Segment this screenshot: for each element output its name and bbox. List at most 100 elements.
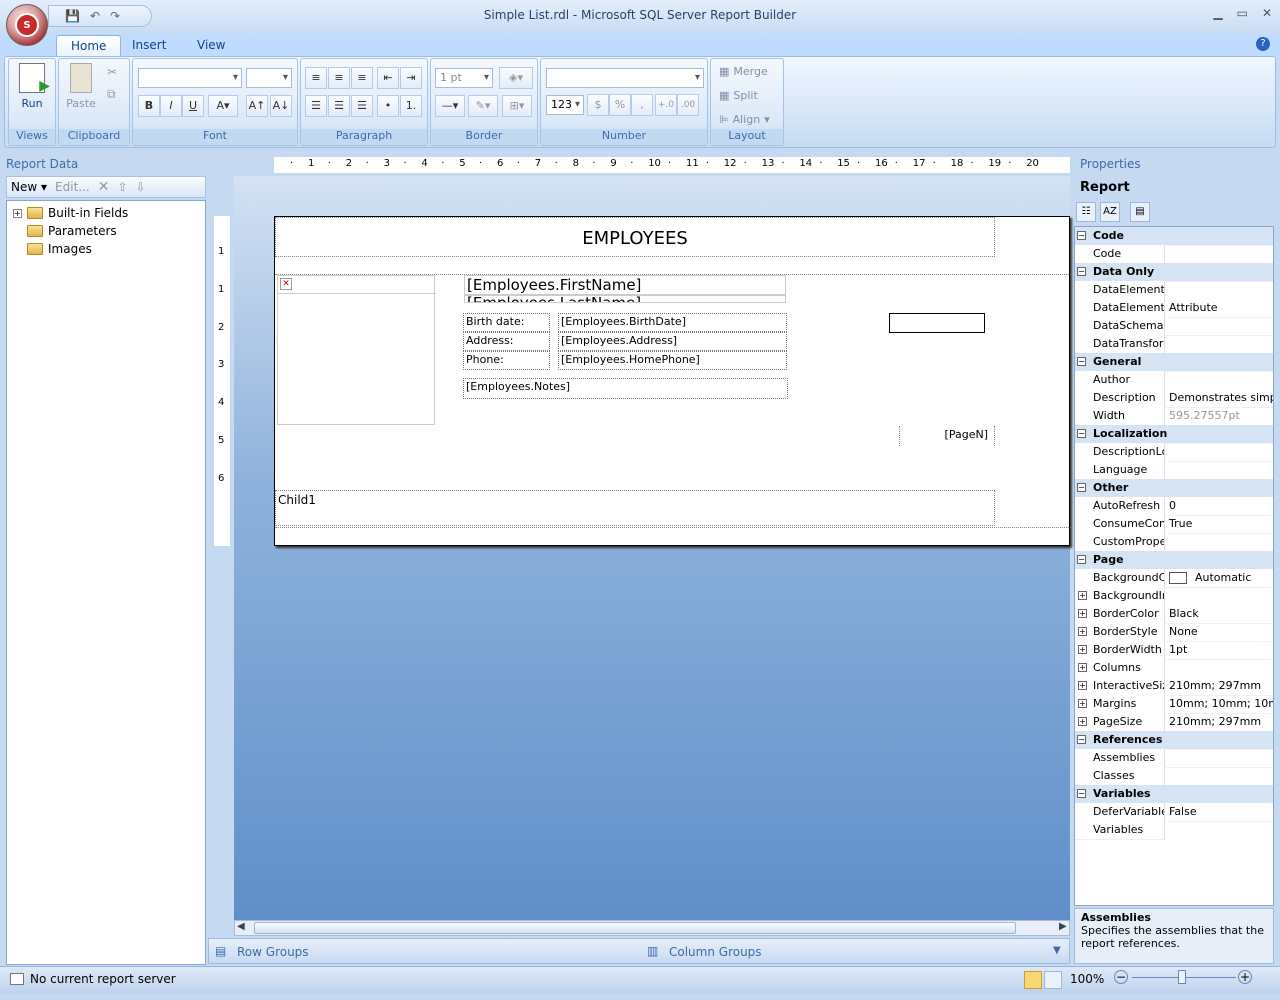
property-row[interactable]: Code [1075,245,1273,264]
scrollbar-thumb[interactable] [254,922,1016,934]
align-bottom-button[interactable]: ≡ [351,67,373,89]
increase-indent-button[interactable]: ⇥ [400,67,422,89]
expand-icon[interactable]: + [1078,627,1087,636]
currency-button[interactable]: $ [587,94,609,116]
tab-insert[interactable]: Insert [118,35,180,57]
expand-icon[interactable]: + [1078,717,1087,726]
property-value[interactable] [1166,767,1273,768]
property-value[interactable] [1166,245,1273,246]
property-value[interactable] [1166,371,1273,372]
help-icon[interactable]: ? [1256,37,1270,51]
property-category[interactable]: − General [1075,353,1273,371]
redo-icon[interactable]: ↷ [110,9,120,23]
design-view-icon[interactable] [1024,971,1042,989]
delete-icon[interactable]: ✕ [98,179,110,195]
property-value[interactable]: 210mm; 297mm [1166,713,1273,732]
child-subreport[interactable]: Child1 [275,490,995,526]
property-category[interactable]: − Data Only [1075,263,1273,281]
property-row[interactable]: ConsumeCon True [1075,515,1273,534]
property-row[interactable]: Language [1075,461,1273,480]
percent-button[interactable]: % [609,94,631,116]
cut-icon[interactable]: ✂ [107,65,117,79]
number-format-combo[interactable] [546,68,704,88]
expand-icon[interactable]: + [13,208,22,218]
title-textbox[interactable]: EMPLOYEES [275,217,995,257]
increase-decimal-button[interactable]: +.0 [655,94,677,116]
tab-view[interactable]: View [183,35,239,57]
align-right-button[interactable]: ☰ [351,95,373,117]
address-label[interactable]: Address: [463,332,550,351]
move-down-icon[interactable]: ⇩ [136,180,146,194]
firstname-textbox[interactable]: [Employees.FirstName] [464,275,786,295]
align-left-button[interactable]: ☰ [305,95,327,117]
property-row[interactable]: DescriptionDemonstrates simple [1075,389,1273,408]
property-row[interactable]: BorderColor Black + [1075,605,1273,624]
bold-button[interactable]: B [138,95,160,117]
property-value[interactable] [1166,533,1273,534]
property-row[interactable]: CustomPrope [1075,533,1273,552]
tab-home[interactable]: Home [56,35,122,57]
minimize-icon[interactable]: ▁ [1213,6,1222,20]
sort-alpha-icon[interactable]: AZ [1100,202,1120,222]
bullets-button[interactable]: • [377,95,399,117]
scroll-right-icon[interactable]: ▶ [1059,921,1067,932]
new-button[interactable]: New ▾ [11,180,47,194]
collapse-icon[interactable]: − [1077,429,1086,438]
merge-button[interactable]: ▦ Merge [719,65,768,78]
column-groups-label[interactable]: Column Groups [669,945,762,959]
property-value[interactable]: 10mm; 10mm; 10mm; [1166,695,1273,714]
categorized-icon[interactable]: ☷ [1076,202,1096,222]
edit-button[interactable]: Edit... [55,180,90,194]
property-row[interactable]: Assemblies [1075,749,1273,768]
property-value[interactable]: False [1166,803,1273,822]
property-row[interactable]: BorderStyle None + [1075,623,1273,642]
undo-icon[interactable]: ↶ [90,9,100,23]
property-value[interactable] [1166,587,1273,588]
collapse-icon[interactable]: − [1077,231,1086,240]
align-top-button[interactable]: ≡ [305,67,327,89]
expand-icon[interactable]: + [1078,645,1087,654]
comma-button[interactable]: , [631,94,653,116]
property-row[interactable]: Width 595.27557pt [1075,407,1273,426]
numbering-button[interactable]: 1. [400,95,422,117]
grouping-menu-icon[interactable]: ▼ [1053,945,1061,956]
border-color-button[interactable]: ✎▾ [468,95,498,117]
property-value[interactable]: 210mm; 297mm [1166,677,1273,696]
birthdate-value[interactable]: [Employees.BirthDate] [558,313,787,332]
property-row[interactable]: DataSchema [1075,317,1273,336]
notes-textbox[interactable]: [Employees.Notes] [463,378,788,399]
paste-button[interactable]: Paste [63,63,99,110]
property-row[interactable]: DataTransforr [1075,335,1273,354]
expand-icon[interactable]: + [1078,609,1087,618]
property-value[interactable]: Black [1166,605,1273,624]
property-row[interactable]: BorderWidth 1pt + [1075,641,1273,660]
collapse-icon[interactable]: − [1077,789,1086,798]
property-category[interactable]: − Page [1075,551,1273,569]
selected-textbox[interactable] [889,313,985,333]
property-row[interactable]: DeferVariable False [1075,803,1273,822]
employee-photo-image[interactable]: ✕ [277,275,436,425]
collapse-icon[interactable]: − [1077,483,1086,492]
zoom-out-icon[interactable]: − [1114,970,1128,984]
property-category[interactable]: − Localization [1075,425,1273,443]
border-width-combo[interactable]: 1 pt [435,68,493,88]
font-color-button[interactable]: A▾ [208,95,238,117]
property-row[interactable]: DataElementS Attribute [1075,299,1273,318]
property-pages-icon[interactable]: ▤ [1130,202,1150,222]
report-body[interactable]: EMPLOYEES ✕ [Employees.FirstName] [Emplo… [274,216,1071,546]
zoom-slider-thumb[interactable] [1178,970,1186,984]
property-category[interactable]: − Code [1075,227,1273,245]
lastname-textbox[interactable]: [Employees.LastName] [464,295,786,303]
underline-button[interactable]: U [182,95,204,117]
expand-icon[interactable]: + [1078,663,1087,672]
preview-icon[interactable] [1044,971,1062,989]
save-icon[interactable]: 💾 [65,9,80,23]
property-value[interactable] [1166,821,1273,822]
property-row[interactable]: Margins10mm; 10mm; 10mm; + [1075,695,1273,714]
property-value[interactable]: True [1166,515,1273,534]
tree-item-images[interactable]: Images [27,242,92,256]
font-size-combo[interactable] [246,68,292,88]
expand-icon[interactable]: + [1078,699,1087,708]
property-row[interactable]: DescriptionLo [1075,443,1273,462]
placeholder-format-combo[interactable]: 123 [546,95,584,115]
